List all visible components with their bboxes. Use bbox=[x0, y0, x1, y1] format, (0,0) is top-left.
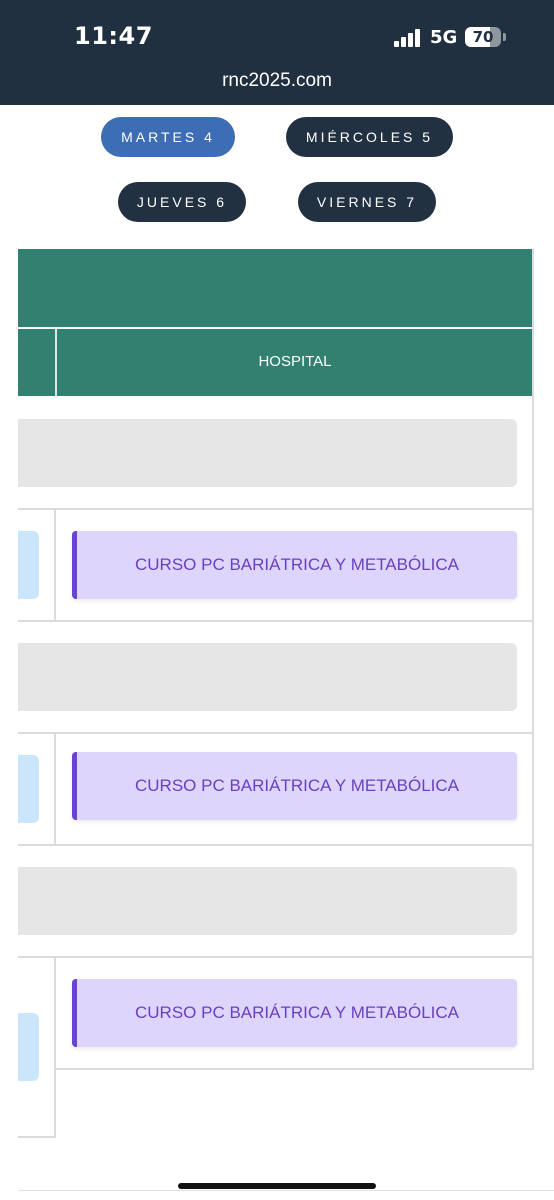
table-right-border bbox=[532, 249, 534, 1069]
status-bar: 11:47 5G 70 rnc2025.com bbox=[0, 0, 554, 105]
battery-cap bbox=[503, 33, 506, 41]
tab-miercoles[interactable]: MIÉRCOLES 5 bbox=[286, 117, 453, 157]
event-card-partial[interactable] bbox=[18, 531, 39, 599]
clock: 11:47 bbox=[74, 22, 153, 50]
network-type: 5G bbox=[430, 27, 458, 48]
event-card[interactable]: CURSO PC BARIÁTRICA Y METABÓLICA bbox=[72, 979, 517, 1047]
page-bottom-border bbox=[18, 1190, 554, 1191]
row-divider bbox=[18, 508, 534, 510]
column-divider bbox=[54, 508, 56, 622]
table-header-band bbox=[18, 249, 533, 327]
column-divider bbox=[54, 956, 56, 1138]
tab-viernes[interactable]: VIERNES 7 bbox=[298, 182, 436, 222]
battery-icon: 70 bbox=[465, 27, 501, 47]
table-column-header-row: HOSPITAL bbox=[18, 329, 533, 396]
cellular-signal-icon bbox=[394, 29, 422, 47]
empty-slot bbox=[18, 643, 517, 711]
tab-martes[interactable]: MARTES 4 bbox=[101, 117, 235, 157]
row-divider bbox=[18, 844, 534, 846]
row-divider bbox=[18, 956, 534, 958]
tab-jueves[interactable]: JUEVES 6 bbox=[118, 182, 246, 222]
column-header-hospital: HOSPITAL bbox=[258, 353, 332, 370]
battery-level: 70 bbox=[472, 28, 494, 46]
empty-slot bbox=[18, 419, 517, 487]
empty-slot bbox=[18, 867, 517, 935]
row-divider bbox=[18, 620, 534, 622]
row-divider bbox=[18, 732, 534, 734]
column-divider bbox=[54, 732, 56, 846]
event-card[interactable]: CURSO PC BARIÁTRICA Y METABÓLICA bbox=[72, 752, 517, 820]
row-divider bbox=[55, 1068, 534, 1070]
event-card[interactable]: CURSO PC BARIÁTRICA Y METABÓLICA bbox=[72, 531, 517, 599]
row-divider bbox=[18, 1136, 56, 1138]
event-card-partial[interactable] bbox=[18, 755, 39, 823]
address-bar-url[interactable]: rnc2025.com bbox=[0, 70, 554, 92]
event-card-partial[interactable] bbox=[18, 1013, 39, 1081]
home-indicator[interactable] bbox=[178, 1183, 376, 1189]
